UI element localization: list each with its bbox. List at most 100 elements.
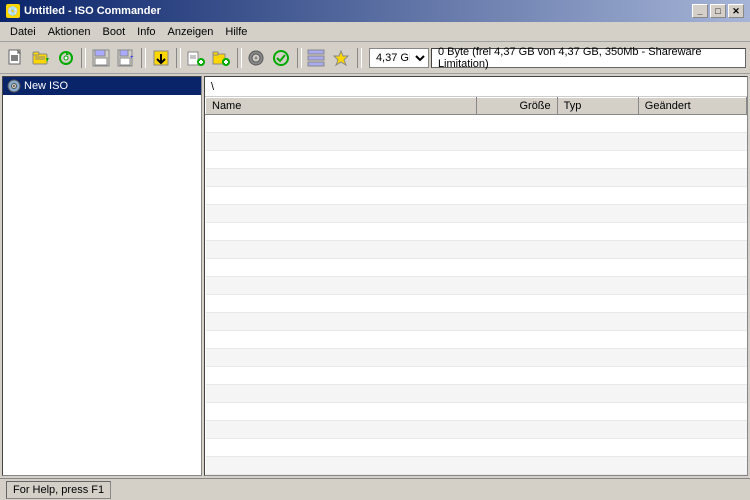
table-cell: [638, 457, 746, 475]
file-table[interactable]: Name Größe Typ Geändert: [205, 97, 747, 475]
menu-datei[interactable]: Datei: [4, 24, 42, 40]
properties-button[interactable]: [305, 46, 328, 70]
cd-icon: [7, 79, 21, 93]
status-text: For Help, press F1: [6, 481, 111, 499]
extract-button[interactable]: [149, 46, 172, 70]
col-header-name[interactable]: Name: [206, 98, 477, 115]
table-cell: [476, 295, 557, 313]
table-cell: [476, 151, 557, 169]
menu-boot[interactable]: Boot: [97, 24, 132, 40]
table-cell: [638, 295, 746, 313]
separator-6: [357, 48, 358, 68]
title-bar-text: Untitled - ISO Commander: [24, 5, 161, 17]
table-cell: [476, 205, 557, 223]
size-selector: 4,37 GB 700 MB 4,7 GB 8,5 GB 0 Byte (fre…: [369, 48, 746, 68]
table-cell: [476, 223, 557, 241]
table-row[interactable]: [206, 313, 747, 331]
separator-2: [141, 48, 142, 68]
table-cell: [206, 313, 477, 331]
table-cell: [638, 169, 746, 187]
table-row[interactable]: [206, 169, 747, 187]
add-file-button[interactable]: [184, 46, 207, 70]
separator-2-light: [145, 48, 146, 68]
col-header-type[interactable]: Typ: [557, 98, 638, 115]
menu-hilfe[interactable]: Hilfe: [219, 24, 253, 40]
col-header-modified[interactable]: Geändert: [638, 98, 746, 115]
menu-aktionen[interactable]: Aktionen: [42, 24, 97, 40]
table-row[interactable]: [206, 205, 747, 223]
burn-button[interactable]: [245, 46, 268, 70]
table-row[interactable]: [206, 331, 747, 349]
save-button[interactable]: [89, 46, 112, 70]
table-cell: [206, 331, 477, 349]
table-row[interactable]: [206, 241, 747, 259]
maximize-button[interactable]: □: [710, 4, 726, 18]
size-dropdown[interactable]: 4,37 GB 700 MB 4,7 GB 8,5 GB: [369, 48, 429, 68]
table-cell: [638, 385, 746, 403]
refresh-button[interactable]: [54, 46, 77, 70]
save-as-button[interactable]: +: [114, 46, 137, 70]
table-row[interactable]: [206, 277, 747, 295]
table-row[interactable]: [206, 115, 747, 133]
menu-anzeigen[interactable]: Anzeigen: [162, 24, 220, 40]
table-cell: [476, 331, 557, 349]
table-cell: [638, 367, 746, 385]
table-cell: [206, 421, 477, 439]
options-button[interactable]: [330, 46, 353, 70]
table-cell: [476, 133, 557, 151]
table-cell: [476, 115, 557, 133]
separator-3: [176, 48, 177, 68]
table-row[interactable]: [206, 475, 747, 476]
table-cell: [476, 475, 557, 476]
table-cell: [557, 421, 638, 439]
table-cell: [206, 385, 477, 403]
close-button[interactable]: ✕: [728, 4, 744, 18]
table-cell: [557, 259, 638, 277]
table-cell: [638, 331, 746, 349]
table-row[interactable]: [206, 259, 747, 277]
title-bar-buttons: _ □ ✕: [692, 4, 744, 18]
check-button[interactable]: [270, 46, 293, 70]
table-cell: [638, 151, 746, 169]
table-cell: [557, 295, 638, 313]
table-cell: [476, 259, 557, 277]
menu-bar: Datei Aktionen Boot Info Anzeigen Hilfe: [0, 22, 750, 42]
table-cell: [557, 403, 638, 421]
file-list-table: Name Größe Typ Geändert: [205, 97, 747, 475]
table-row[interactable]: [206, 133, 747, 151]
table-row[interactable]: [206, 457, 747, 475]
open-button[interactable]: [29, 46, 52, 70]
table-cell: [557, 475, 638, 476]
tree-item-new-iso[interactable]: New ISO: [3, 77, 201, 95]
table-cell: [557, 331, 638, 349]
separator-4-light: [241, 48, 242, 68]
svg-text:+: +: [130, 55, 134, 61]
table-row[interactable]: [206, 421, 747, 439]
table-cell: [638, 421, 746, 439]
table-row[interactable]: [206, 295, 747, 313]
new-button[interactable]: [4, 46, 27, 70]
table-row[interactable]: [206, 385, 747, 403]
table-cell: [206, 349, 477, 367]
table-cell: [638, 313, 746, 331]
table-cell: [476, 277, 557, 295]
table-cell: [206, 439, 477, 457]
table-row[interactable]: [206, 187, 747, 205]
table-row[interactable]: [206, 403, 747, 421]
table-row[interactable]: [206, 367, 747, 385]
table-cell: [476, 169, 557, 187]
add-folder-button[interactable]: [210, 46, 233, 70]
table-row[interactable]: [206, 349, 747, 367]
title-bar: 💿 Untitled - ISO Commander _ □ ✕: [0, 0, 750, 22]
table-row[interactable]: [206, 439, 747, 457]
table-row[interactable]: [206, 223, 747, 241]
table-row[interactable]: [206, 151, 747, 169]
table-cell: [206, 295, 477, 313]
table-cell: [557, 205, 638, 223]
menu-info[interactable]: Info: [131, 24, 161, 40]
minimize-button[interactable]: _: [692, 4, 708, 18]
table-cell: [557, 439, 638, 457]
col-header-size[interactable]: Größe: [476, 98, 557, 115]
table-cell: [557, 187, 638, 205]
table-cell: [476, 241, 557, 259]
